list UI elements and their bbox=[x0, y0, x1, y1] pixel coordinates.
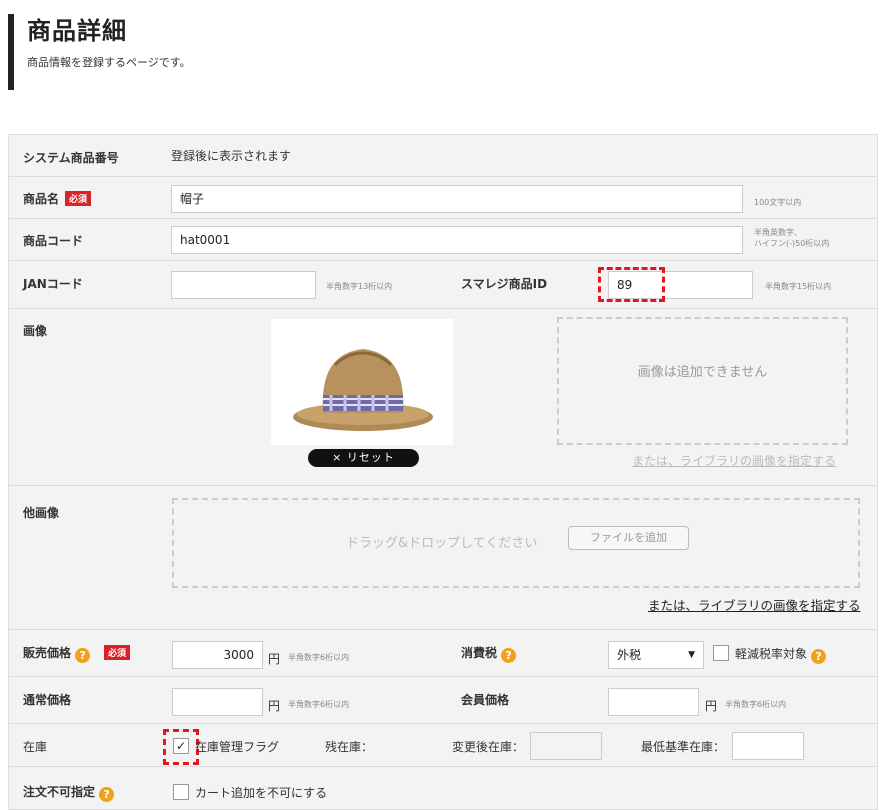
highlight-marker bbox=[598, 267, 665, 302]
page-title: 商品詳細 bbox=[27, 17, 127, 45]
stock-after-label: 変更後在庫： bbox=[452, 740, 525, 754]
check-icon: ✓ bbox=[175, 739, 187, 753]
product-form: システム商品番号 登録後に表示されます 商品名 必須 帽子 100文字以内 商品コ… bbox=[8, 134, 878, 810]
row-product-code: 商品コード hat0001 半角英数字、 ハイフン(-)50桁以内 bbox=[9, 219, 877, 261]
hat-image bbox=[293, 349, 433, 431]
help-icon[interactable]: ? bbox=[501, 648, 517, 663]
stock-min-input[interactable] bbox=[732, 732, 804, 760]
price-unit: 円 bbox=[268, 652, 281, 666]
jan-code-input[interactable] bbox=[171, 271, 316, 299]
reduced-tax-label: 軽減税率対象? bbox=[735, 645, 827, 664]
member-price-label: 会員価格 bbox=[461, 693, 510, 707]
image-reset-button[interactable]: × リセット bbox=[308, 449, 419, 467]
order-restrict-label: 注文不可指定? bbox=[23, 783, 115, 802]
product-name-note: 100文字以内 bbox=[754, 198, 802, 207]
stock-after-input[interactable] bbox=[530, 732, 602, 760]
product-image bbox=[271, 319, 453, 445]
stock-min-label: 最低基準在庫： bbox=[641, 740, 726, 754]
stock-label: 在庫 bbox=[23, 740, 48, 754]
system-id-label: システム商品番号 bbox=[23, 151, 119, 165]
product-code-label: 商品コード bbox=[23, 234, 84, 248]
image-library-link[interactable]: または、ライブラリの画像を指定する bbox=[632, 452, 836, 469]
help-icon[interactable]: ? bbox=[811, 649, 827, 664]
product-code-input[interactable]: hat0001 bbox=[171, 226, 743, 254]
smaregi-id-note: 半角数字15桁以内 bbox=[765, 282, 832, 291]
add-file-button[interactable]: ファイルを追加 bbox=[568, 526, 689, 550]
image-cannot-add-text: 画像は追加できません bbox=[637, 365, 768, 380]
order-restrict-checkbox[interactable] bbox=[173, 784, 189, 800]
tax-select-value: 外税 bbox=[617, 648, 642, 662]
regular-price-note: 半角数字6桁以内 bbox=[288, 700, 350, 709]
reduced-tax-checkbox[interactable] bbox=[713, 645, 729, 661]
image-label: 画像 bbox=[23, 324, 48, 338]
jan-code-label: JANコード bbox=[23, 277, 83, 291]
page-header: 商品詳細 商品情報を登録するページです。 bbox=[8, 14, 191, 90]
row-product-name: 商品名 必須 帽子 100文字以内 bbox=[9, 177, 877, 219]
system-id-value: 登録後に表示されます bbox=[171, 149, 292, 163]
regular-price-unit: 円 bbox=[268, 699, 281, 713]
product-code-note-1: 半角英数字、 bbox=[754, 228, 802, 237]
help-icon[interactable]: ? bbox=[75, 648, 91, 663]
other-images-drop-area[interactable]: ドラッグ&ドロップしてください ファイルを追加 bbox=[172, 498, 860, 588]
required-badge: 必須 bbox=[104, 645, 131, 660]
tax-label: 消費税? bbox=[461, 644, 517, 663]
other-images-label: 他画像 bbox=[23, 506, 60, 520]
row-price-tax: 販売価格? 必須 3000 円 半角数字6桁以内 消費税? 外税 ▼ 軽減税率対象? bbox=[9, 630, 877, 677]
row-regular-member-price: 通常価格 円 半角数字6桁以内 会員価格 円 半角数字6桁以内 bbox=[9, 677, 877, 724]
stock-manage-checkbox[interactable]: ✓ bbox=[173, 738, 189, 754]
stock-manage-label: 在庫管理フラグ bbox=[195, 740, 280, 754]
row-image: 画像 × リセット 画像は追加できません または、ライブラリの画像を指定する bbox=[9, 309, 877, 486]
product-name-label: 商品名 必須 bbox=[23, 190, 92, 207]
jan-code-note: 半角数字13桁以内 bbox=[326, 282, 393, 291]
required-badge: 必須 bbox=[65, 191, 92, 206]
stock-remaining-label: 残在庫： bbox=[325, 740, 374, 754]
image-drop-area: 画像は追加できません bbox=[557, 317, 848, 445]
regular-price-label: 通常価格 bbox=[23, 693, 72, 707]
tax-select[interactable]: 外税 ▼ bbox=[608, 641, 704, 669]
chevron-down-icon: ▼ bbox=[688, 650, 695, 660]
other-images-library-link[interactable]: または、ライブラリの画像を指定する bbox=[648, 595, 861, 614]
row-other-images: 他画像 ドラッグ&ドロップしてください ファイルを追加 または、ライブラリの画像… bbox=[9, 486, 877, 630]
regular-price-input[interactable] bbox=[172, 688, 263, 716]
smaregi-id-label: スマレジ商品ID bbox=[461, 277, 548, 291]
order-restrict-option: カート追加を不可にする bbox=[195, 786, 328, 800]
row-system-id: システム商品番号 登録後に表示されます bbox=[9, 135, 877, 177]
page-subtitle: 商品情報を登録するページです。 bbox=[27, 56, 191, 69]
member-price-unit: 円 bbox=[705, 699, 718, 713]
product-code-note-2: ハイフン(-)50桁以内 bbox=[754, 239, 830, 248]
row-order-restrict: 注文不可指定? カート追加を不可にする bbox=[9, 767, 877, 809]
price-input[interactable]: 3000 bbox=[172, 641, 263, 669]
price-label: 販売価格? 必須 bbox=[23, 644, 131, 663]
row-jan-smaregi: JANコード 半角数字13桁以内 スマレジ商品ID 89 半角数字15桁以内 bbox=[9, 261, 877, 309]
member-price-note: 半角数字6桁以内 bbox=[725, 700, 787, 709]
member-price-input[interactable] bbox=[608, 688, 699, 716]
drop-text: ドラッグ&ドロップしてください bbox=[346, 536, 538, 551]
row-stock: 在庫 ✓ 在庫管理フラグ 残在庫： 変更後在庫： 最低基準在庫： bbox=[9, 724, 877, 767]
product-name-input[interactable]: 帽子 bbox=[171, 185, 743, 213]
price-note: 半角数字6桁以内 bbox=[288, 653, 350, 662]
